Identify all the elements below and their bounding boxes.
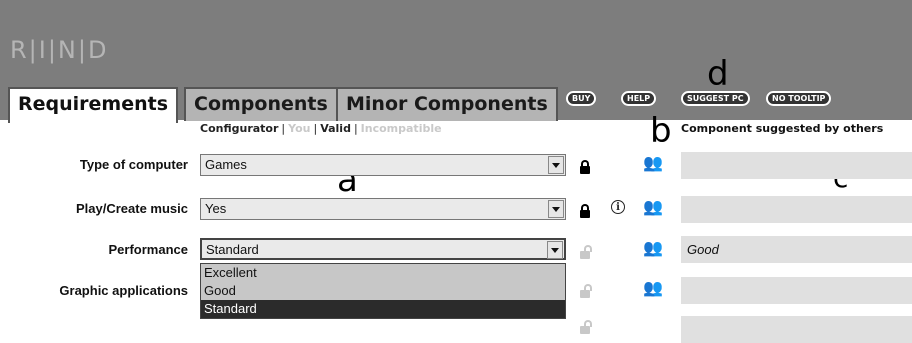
buy-button[interactable]: BUY bbox=[566, 91, 597, 106]
filter-valid[interactable]: Valid bbox=[320, 122, 351, 135]
lock-icon[interactable] bbox=[580, 204, 590, 218]
select-value: Games bbox=[205, 157, 247, 172]
dropdown-option-excellent[interactable]: Excellent bbox=[201, 264, 565, 282]
subnav-separator: | bbox=[313, 122, 318, 135]
subnav-separator: | bbox=[353, 122, 358, 135]
type-of-computer-select[interactable]: Games bbox=[200, 154, 566, 176]
info-icon[interactable]: i bbox=[611, 200, 625, 214]
suggested-column-header: Component suggested by others bbox=[681, 122, 884, 135]
unlocked-icon[interactable] bbox=[580, 245, 592, 259]
chevron-down-icon[interactable] bbox=[548, 200, 564, 218]
people-icon[interactable]: 👥 bbox=[643, 240, 663, 256]
marker-d: d bbox=[707, 54, 729, 94]
chevron-down-icon[interactable] bbox=[547, 241, 563, 259]
chevron-down-icon[interactable] bbox=[548, 156, 564, 174]
filter-subnav: Configurator | You | Valid | Incompatible bbox=[200, 122, 442, 135]
suggestion-field: Good bbox=[681, 236, 912, 263]
row-label-play-create-music: Play/Create music bbox=[75, 201, 188, 216]
play-create-music-select[interactable]: Yes bbox=[200, 198, 566, 220]
filter-incompatible[interactable]: Incompatible bbox=[361, 122, 442, 135]
brand-logo: R|I|N|D bbox=[10, 36, 109, 64]
suggestion-field bbox=[681, 152, 912, 179]
performance-select[interactable]: Standard bbox=[200, 238, 566, 260]
select-value: Standard bbox=[206, 242, 259, 257]
performance-dropdown-list[interactable]: Excellent Good Standard bbox=[200, 263, 566, 319]
subnav-separator: | bbox=[281, 122, 286, 135]
row-label-performance: Performance bbox=[108, 242, 188, 257]
people-icon[interactable]: 👥 bbox=[643, 199, 663, 215]
people-icon[interactable]: 👥 bbox=[643, 155, 663, 171]
tab-components[interactable]: Components bbox=[184, 87, 338, 121]
help-button[interactable]: HELP bbox=[621, 91, 657, 106]
no-tooltip-button[interactable]: NO TOOLTIP bbox=[766, 91, 832, 106]
unlocked-icon[interactable] bbox=[580, 284, 592, 298]
row-label-type-of-computer: Type of computer bbox=[79, 157, 188, 172]
row-label-graphic-applications: Graphic applications bbox=[59, 283, 188, 298]
marker-b: b bbox=[650, 111, 672, 151]
suggestion-field bbox=[681, 196, 912, 223]
dropdown-option-standard[interactable]: Standard bbox=[201, 300, 565, 318]
unlocked-icon[interactable] bbox=[580, 320, 592, 334]
tab-minor-components[interactable]: Minor Components bbox=[336, 87, 558, 121]
filter-you[interactable]: You bbox=[288, 122, 310, 135]
select-value: Yes bbox=[205, 201, 227, 216]
tab-requirements[interactable]: Requirements bbox=[8, 87, 179, 123]
people-icon[interactable]: 👥 bbox=[643, 280, 663, 296]
lock-icon[interactable] bbox=[580, 160, 590, 174]
filter-configurator[interactable]: Configurator bbox=[200, 122, 278, 135]
dropdown-option-good[interactable]: Good bbox=[201, 282, 565, 300]
suggestion-field bbox=[681, 316, 912, 343]
suggestion-field bbox=[681, 277, 912, 304]
